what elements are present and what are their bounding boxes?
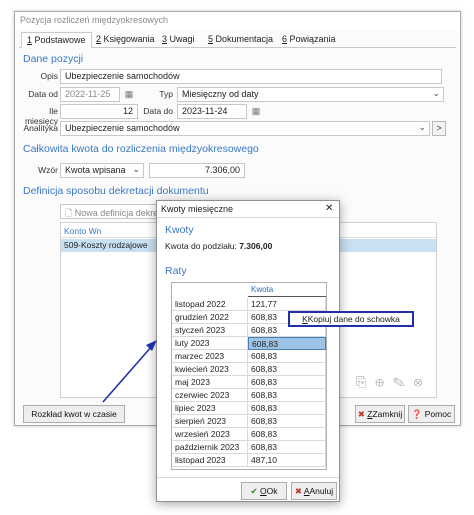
amount-cell[interactable]: 608,83 bbox=[248, 363, 326, 376]
grid-toolbar: ⎘⊕✎⊗ bbox=[356, 374, 446, 390]
section-decree: Definicja sposobu dekretacji dokumentu bbox=[23, 185, 209, 197]
month-cell[interactable]: październik 2023 bbox=[172, 441, 248, 454]
tab-powiazania[interactable]: 6 Powiązania bbox=[277, 32, 341, 48]
tab-bar: 1 Podstawowe 2 Księgowania 3 Uwagi 5 Dok… bbox=[19, 32, 456, 48]
month-cell[interactable]: czerwiec 2023 bbox=[172, 389, 248, 402]
amount-cell[interactable]: 608,83 bbox=[248, 415, 326, 428]
tab-uwagi[interactable]: 3 Uwagi bbox=[157, 32, 200, 48]
help-icon: ❓ bbox=[411, 409, 425, 419]
dialog-title: Kwoty miesięczne bbox=[161, 204, 234, 214]
wzor-select[interactable]: Kwota wpisana ⌄ bbox=[60, 163, 144, 178]
calendar-icon[interactable]: ▦ bbox=[121, 87, 137, 102]
context-menu-copy[interactable]: KKopiuj dane do schowka bbox=[288, 311, 414, 327]
month-cell[interactable]: listopad 2022 bbox=[172, 298, 248, 311]
monthly-amounts-dialog: Kwoty miesięczne ✕ Kwoty Kwota do podzia… bbox=[156, 200, 340, 502]
total-amount-field[interactable]: 7.306,00 bbox=[149, 163, 245, 178]
data-od-label: Data od bbox=[28, 89, 58, 99]
month-cell[interactable]: wrzesień 2023 bbox=[172, 428, 248, 441]
typ-label: Typ bbox=[159, 89, 173, 99]
month-cell[interactable]: lipiec 2023 bbox=[172, 402, 248, 415]
tab-dokumentacja[interactable]: 5 Dokumentacja bbox=[203, 32, 278, 48]
analityka-value: Ubezpieczenie samochodów bbox=[65, 123, 180, 133]
data-do-label: Data do bbox=[143, 106, 173, 116]
konto-cell: 509-Koszty rodzajowe bbox=[64, 240, 148, 250]
divider bbox=[157, 477, 339, 478]
amount-cell[interactable]: 608,83 bbox=[248, 376, 326, 389]
tab-podstawowe[interactable]: 1 Podstawowe bbox=[21, 32, 92, 48]
analityka-label: Analityka bbox=[23, 123, 59, 133]
data-do-field[interactable]: 2023-11-24 bbox=[177, 104, 247, 119]
month-cell[interactable]: marzec 2023 bbox=[172, 350, 248, 363]
tab-ksiegowania[interactable]: 2 Księgowania bbox=[91, 32, 160, 48]
chevron-down-icon: ⌄ bbox=[432, 88, 440, 98]
column-header-kwota: Kwota bbox=[248, 283, 326, 297]
rozklad-button[interactable]: Rozkład kwot w czasie bbox=[23, 405, 125, 423]
check-icon: ✔ bbox=[250, 486, 260, 496]
analityka-select[interactable]: Ubezpieczenie samochodów ⌄ bbox=[60, 121, 430, 136]
wzor-value: Kwota wpisana bbox=[65, 165, 126, 175]
section-total: Całkowita kwota do rozliczenia międzyokr… bbox=[23, 143, 259, 155]
typ-select[interactable]: Miesięczny od daty ⌄ bbox=[177, 87, 444, 102]
amount-cell[interactable]: 608,83 bbox=[248, 402, 326, 415]
column-header-konto: Konto Wn bbox=[64, 226, 102, 236]
do-podzialu-row: Kwota do podziału: 7.306,00 bbox=[165, 241, 273, 251]
section-dane-pozycji: Dane pozycji bbox=[23, 53, 84, 65]
data-od-field[interactable]: 2022-11-25 bbox=[60, 87, 120, 102]
amount-cell[interactable]: 121,77 bbox=[248, 298, 326, 311]
close-icon: ✖ bbox=[357, 409, 368, 419]
ok-button[interactable]: ✔ OOk bbox=[241, 482, 287, 500]
document-icon: 🗋 bbox=[65, 208, 75, 218]
edit-icon[interactable]: ✎ bbox=[393, 374, 414, 389]
month-cell[interactable]: kwiecień 2023 bbox=[172, 363, 248, 376]
ile-miesiecy-field[interactable]: 12 bbox=[60, 104, 138, 119]
month-cell[interactable]: grudzień 2022 bbox=[172, 311, 248, 324]
opis-label: Opis bbox=[40, 71, 58, 81]
amount-cell[interactable]: 608,83 bbox=[248, 337, 326, 350]
typ-value: Miesięczny od daty bbox=[182, 89, 259, 99]
window-title: Pozycja rozliczeń międzyokresowych bbox=[15, 12, 460, 30]
month-cell[interactable]: luty 2023 bbox=[172, 337, 248, 350]
section-raty: Raty bbox=[165, 265, 187, 277]
close-icon[interactable]: ✕ bbox=[325, 203, 333, 214]
amount-cell[interactable]: 608,83 bbox=[248, 389, 326, 402]
opis-field[interactable]: Ubezpieczenie samochodów bbox=[60, 69, 442, 84]
section-kwoty: Kwoty bbox=[165, 224, 194, 236]
amount-cell[interactable]: 487,10 bbox=[248, 454, 326, 467]
amount-cell[interactable]: 608,83 bbox=[248, 428, 326, 441]
new-definition-field[interactable]: 🗋 Nowa definicja dekret bbox=[60, 204, 163, 219]
cancel-button[interactable]: ✖ AAnuluj bbox=[291, 482, 337, 500]
add-icon[interactable]: ⊕ bbox=[375, 374, 392, 389]
preview-icon[interactable]: ⎘ bbox=[356, 374, 375, 389]
chevron-down-icon: ⌄ bbox=[418, 122, 426, 132]
month-cell[interactable]: listopad 2023 bbox=[172, 454, 248, 467]
calendar-icon[interactable]: ▦ bbox=[248, 104, 264, 119]
chevron-down-icon: ⌄ bbox=[132, 164, 140, 174]
help-button[interactable]: ❓ Pomoc bbox=[408, 405, 455, 423]
divider bbox=[157, 217, 339, 218]
month-cell[interactable]: maj 2023 bbox=[172, 376, 248, 389]
more-button[interactable]: > bbox=[432, 121, 446, 136]
month-cell[interactable]: styczeń 2023 bbox=[172, 324, 248, 337]
close-icon: ✖ bbox=[294, 486, 304, 496]
close-button[interactable]: ✖ ZZamknij bbox=[355, 405, 405, 423]
amount-cell[interactable]: 608,83 bbox=[248, 350, 326, 363]
delete-icon[interactable]: ⊗ bbox=[414, 374, 431, 389]
amount-cell[interactable]: 608,83 bbox=[248, 441, 326, 454]
wzor-label: Wzór bbox=[38, 165, 58, 175]
month-cell[interactable]: sierpień 2023 bbox=[172, 415, 248, 428]
